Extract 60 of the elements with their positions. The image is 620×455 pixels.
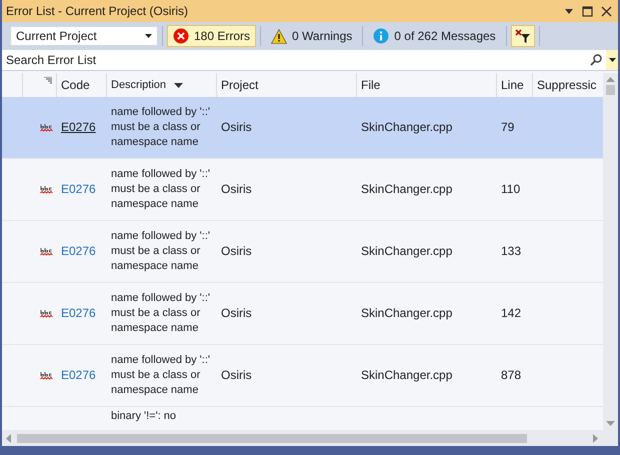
spelling-error-icon (40, 370, 53, 380)
description-text: name followed by '::' must be a class or namespace name (111, 353, 211, 398)
project-text: Osiris (221, 306, 252, 320)
clear-filter-button[interactable] (510, 25, 535, 47)
scroll-left-icon[interactable] (6, 434, 11, 442)
line-text: 133 (501, 244, 522, 258)
search-input[interactable]: Search Error List (2, 53, 590, 67)
description-text: binary '!=': no (111, 409, 178, 424)
description-text: name followed by '::' must be a class or namespace name (111, 105, 211, 150)
file-text: SkinChanger.cpp (361, 306, 452, 320)
filter-button[interactable]: 0 of 262 Messages (367, 25, 502, 47)
line-text: 878 (501, 368, 522, 382)
spelling-error-icon (40, 122, 53, 132)
info-icon (373, 28, 390, 44)
file-text: SkinChanger.cpp (361, 244, 452, 258)
warning-icon (271, 28, 288, 44)
vertical-scrollbar[interactable] (603, 73, 618, 430)
spelling-error-icon (40, 308, 53, 318)
description-text: name followed by '::' must be a class or namespace name (111, 291, 211, 336)
sort-arrow-icon (174, 82, 184, 88)
file-text: SkinChanger.cpp (361, 120, 452, 134)
window-title: Error List - Current Project (Osiris) (6, 4, 190, 18)
horizontal-scrollbar[interactable] (2, 430, 618, 446)
scroll-up-icon[interactable] (606, 77, 615, 82)
line-text: 142 (501, 306, 522, 320)
spelling-error-icon (40, 246, 53, 256)
error-icon (173, 28, 189, 44)
filter-clear-icon (514, 28, 531, 44)
scroll-right-icon[interactable] (593, 434, 598, 442)
project-text: Osiris (221, 368, 252, 382)
scroll-down-icon[interactable] (606, 421, 615, 426)
search-options-button[interactable] (606, 50, 618, 70)
project-text: Osiris (221, 120, 252, 134)
maximize-icon[interactable] (582, 6, 593, 16)
scroll-thumb[interactable] (606, 85, 615, 95)
description-text: name followed by '::' must be a class or namespace name (111, 229, 211, 274)
line-text: 79 (501, 120, 514, 134)
error-code-link[interactable]: E0276 (61, 120, 96, 134)
project-text: Osiris (221, 182, 252, 196)
dropdown-icon[interactable] (564, 6, 574, 16)
error-code-link[interactable]: E0276 (61, 368, 96, 382)
error-code-link[interactable]: E0276 (61, 182, 96, 196)
spelling-error-icon (40, 184, 53, 194)
filter-button[interactable]: 180 Errors (167, 25, 256, 47)
caret-icon (608, 58, 616, 62)
search-icon (590, 54, 602, 66)
caret-icon (145, 34, 152, 38)
scope-dropdown[interactable]: Current Project (10, 26, 158, 46)
description-text: name followed by '::' must be a class or namespace name (111, 167, 211, 212)
error-code-link[interactable]: E0276 (61, 306, 96, 320)
line-text: 110 (501, 182, 520, 196)
project-text: Osiris (221, 244, 252, 258)
error-code-link[interactable]: E0276 (61, 244, 96, 258)
file-text: SkinChanger.cpp (361, 182, 452, 196)
error-row[interactable]: E0276 name followed by '::' must be a class or namespace name Osiris SkinChanger.cpp 79 (2, 97, 603, 159)
file-text: SkinChanger.cpp (361, 368, 452, 382)
filter-button[interactable]: 0 Warnings (265, 25, 358, 47)
sort-options-icon[interactable] (44, 77, 52, 84)
close-icon[interactable] (601, 6, 612, 16)
search-field[interactable]: Search Error List (2, 50, 618, 71)
